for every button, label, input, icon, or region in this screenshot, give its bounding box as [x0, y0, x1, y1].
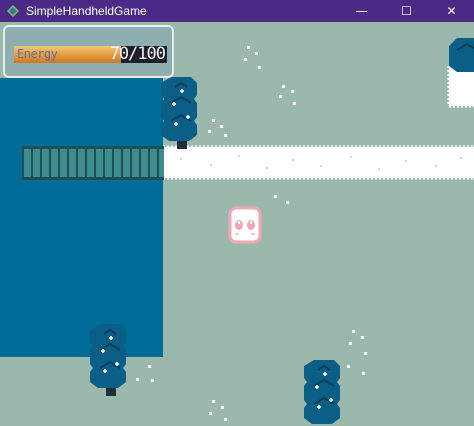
energy-hud: Energy 70/100 [3, 25, 174, 78]
game-window: SimpleHandheldGame — ☐ ✕ Energy 70/100 [0, 0, 474, 426]
player-character[interactable] [228, 206, 262, 244]
title-bar[interactable]: SimpleHandheldGame — ☐ ✕ [0, 0, 474, 22]
game-scene [0, 38, 474, 424]
minimize-button[interactable]: — [339, 0, 384, 22]
energy-value: 70/100 [109, 46, 166, 63]
snowy-tree [449, 38, 474, 72]
close-button[interactable]: ✕ [429, 0, 474, 22]
energy-label: Energy [17, 47, 58, 61]
wooden-bridge [22, 146, 164, 180]
maximize-button[interactable]: ☐ [384, 0, 429, 22]
app-icon [7, 5, 19, 17]
snow-path [163, 145, 474, 180]
window-controls: — ☐ ✕ [339, 0, 474, 22]
snowy-tree [90, 324, 126, 396]
water-pond [0, 78, 163, 357]
game-viewport[interactable]: Energy 70/100 [0, 22, 474, 426]
energy-bar: Energy 70/100 [14, 46, 167, 63]
snowy-tree [304, 360, 340, 424]
window-title: SimpleHandheldGame [26, 4, 147, 18]
snowy-tree [161, 77, 197, 149]
